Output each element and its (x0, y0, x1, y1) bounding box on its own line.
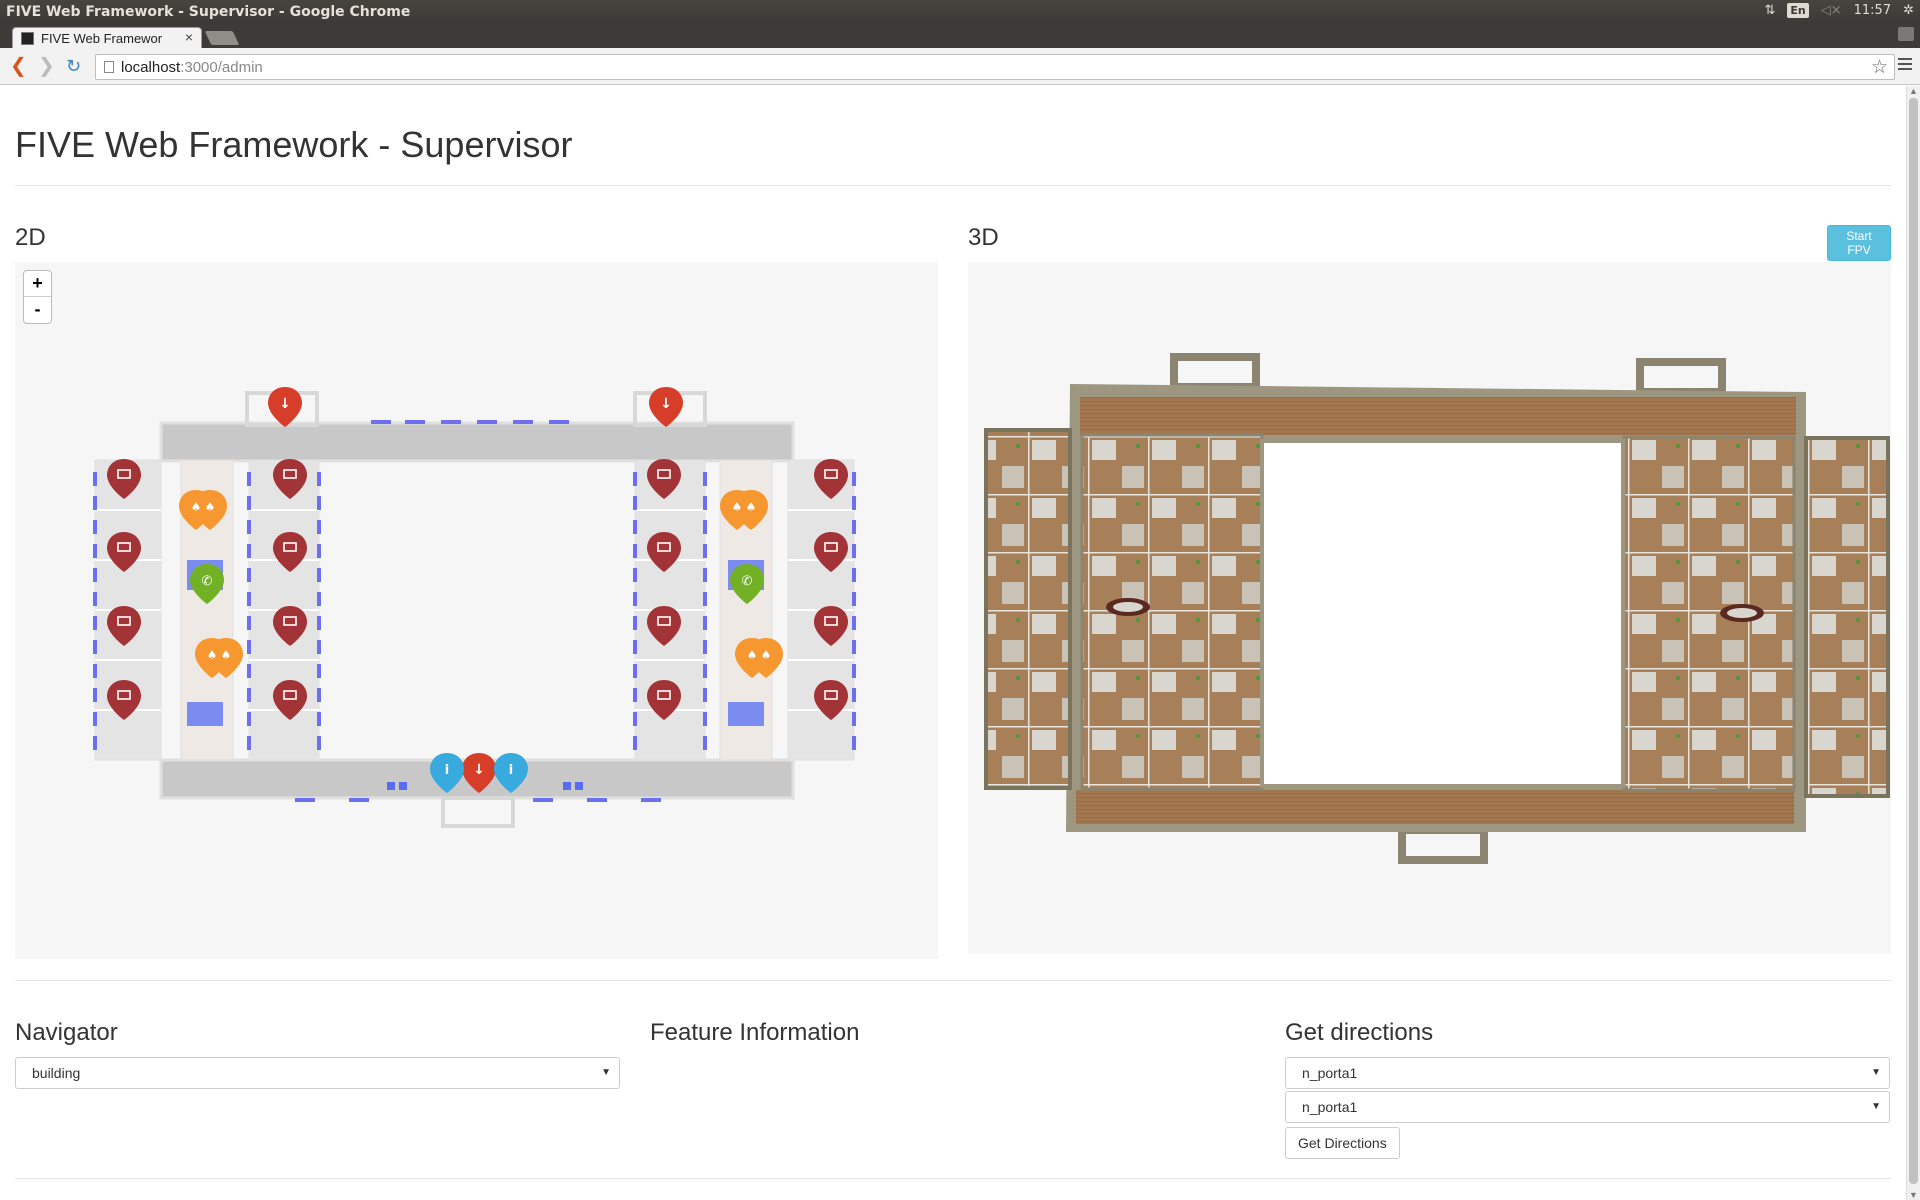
svg-text:♠: ♠ (761, 648, 772, 662)
navigator-select[interactable]: building ▼ (15, 1057, 620, 1089)
map-2d[interactable]: + - ↓ ↓ ↓ i i ✆ ✆ ♠ ♠ ♠ ♠ ♠ ♠ ♠ ♠ (15, 262, 938, 959)
svg-text:♠: ♠ (221, 648, 232, 662)
url-path: :3000/admin (180, 59, 263, 76)
back-button[interactable]: ❮ (10, 56, 27, 76)
url-text[interactable]: localhost:3000/admin (121, 59, 263, 76)
scroll-down-arrow-icon[interactable]: ▼ (1909, 1190, 1918, 1200)
forward-button[interactable]: ❯ (38, 56, 55, 76)
terminal-favicon-icon (21, 32, 34, 45)
bookmark-star-icon[interactable]: ☆ (1871, 56, 1888, 79)
svg-text:✆: ✆ (742, 574, 753, 589)
tab-active[interactable]: FIVE Web Framewor × (12, 27, 202, 48)
divider (15, 185, 1891, 186)
window-control-button[interactable] (1898, 27, 1914, 41)
page-scrollbar[interactable]: ▲ ▼ (1906, 86, 1920, 1200)
chrome-menu-icon[interactable] (1898, 58, 1912, 73)
gear-icon[interactable]: ✲ (1903, 3, 1914, 18)
tab-close-icon[interactable]: × (185, 29, 193, 45)
panel-3d-heading: 3D (968, 224, 999, 251)
system-tray: ⇅ En ◁× 11:57 ✲ (1764, 3, 1914, 18)
panel-2d-heading: 2D (15, 224, 46, 251)
page-icon (104, 61, 114, 73)
browser-toolbar: ❮ ❯ ↻ localhost:3000/admin ☆ (0, 48, 1920, 85)
svg-text:i: i (445, 763, 449, 778)
reload-button[interactable]: ↻ (66, 56, 81, 76)
page-title: FIVE Web Framework - Supervisor (15, 124, 573, 165)
keyboard-layout-indicator[interactable]: En (1787, 3, 1809, 18)
tab-title: FIVE Web Framewor (41, 31, 163, 46)
os-titlebar: FIVE Web Framework - Supervisor - Google… (0, 0, 1920, 24)
view-3d[interactable] (968, 262, 1891, 954)
svg-text:♠: ♠ (207, 648, 218, 662)
scroll-up-arrow-icon[interactable]: ▲ (1909, 86, 1918, 96)
directions-from-select[interactable]: n_porta1 ▼ (1285, 1057, 1890, 1089)
new-tab-button[interactable] (204, 31, 240, 45)
svg-text:♠: ♠ (746, 500, 757, 514)
network-icon[interactable]: ⇅ (1764, 3, 1775, 18)
caret-down-icon: ▼ (601, 1067, 611, 1078)
page-content: FIVE Web Framework - Supervisor 2D 3D St… (15, 86, 1891, 1200)
navigator-selected-value: building (32, 1065, 81, 1081)
directions-to-select[interactable]: n_porta1 ▼ (1285, 1091, 1890, 1123)
svg-text:↓: ↓ (473, 762, 485, 778)
url-host: localhost (121, 59, 181, 76)
svg-text:✆: ✆ (202, 574, 213, 589)
address-bar[interactable]: localhost:3000/admin ☆ (95, 54, 1895, 80)
caret-down-icon: ▼ (1871, 1101, 1881, 1112)
divider (15, 1178, 1891, 1179)
clock[interactable]: 11:57 (1854, 3, 1891, 18)
building-3d-render (984, 353, 1890, 864)
start-fpv-button[interactable]: Start FPV (1827, 225, 1891, 261)
caret-down-icon: ▼ (1871, 1067, 1881, 1078)
feature-information-label: Feature Information (650, 1019, 860, 1046)
floorplan-2d: ↓ ↓ ↓ i i ✆ ✆ ♠ ♠ ♠ ♠ ♠ ♠ ♠ ♠ (93, 387, 856, 828)
window-title: FIVE Web Framework - Supervisor - Google… (6, 4, 411, 20)
svg-text:↓: ↓ (279, 396, 291, 412)
building-3d (984, 353, 1890, 864)
svg-text:♠: ♠ (747, 648, 758, 662)
directions-to-value: n_porta1 (1302, 1099, 1358, 1115)
svg-text:i: i (509, 763, 513, 778)
get-directions-button[interactable]: Get Directions (1285, 1127, 1400, 1159)
svg-text:♠: ♠ (205, 500, 216, 514)
scroll-thumb[interactable] (1909, 98, 1918, 1184)
svg-text:♠: ♠ (191, 500, 202, 514)
divider (15, 980, 1891, 981)
volume-muted-icon[interactable]: ◁× (1821, 3, 1842, 18)
get-directions-label: Get directions (1285, 1019, 1434, 1046)
svg-text:↓: ↓ (660, 396, 672, 412)
directions-from-value: n_porta1 (1302, 1065, 1358, 1081)
tab-strip: FIVE Web Framewor × (0, 24, 1920, 48)
navigator-label: Navigator (15, 1019, 118, 1046)
svg-text:♠: ♠ (732, 500, 743, 514)
